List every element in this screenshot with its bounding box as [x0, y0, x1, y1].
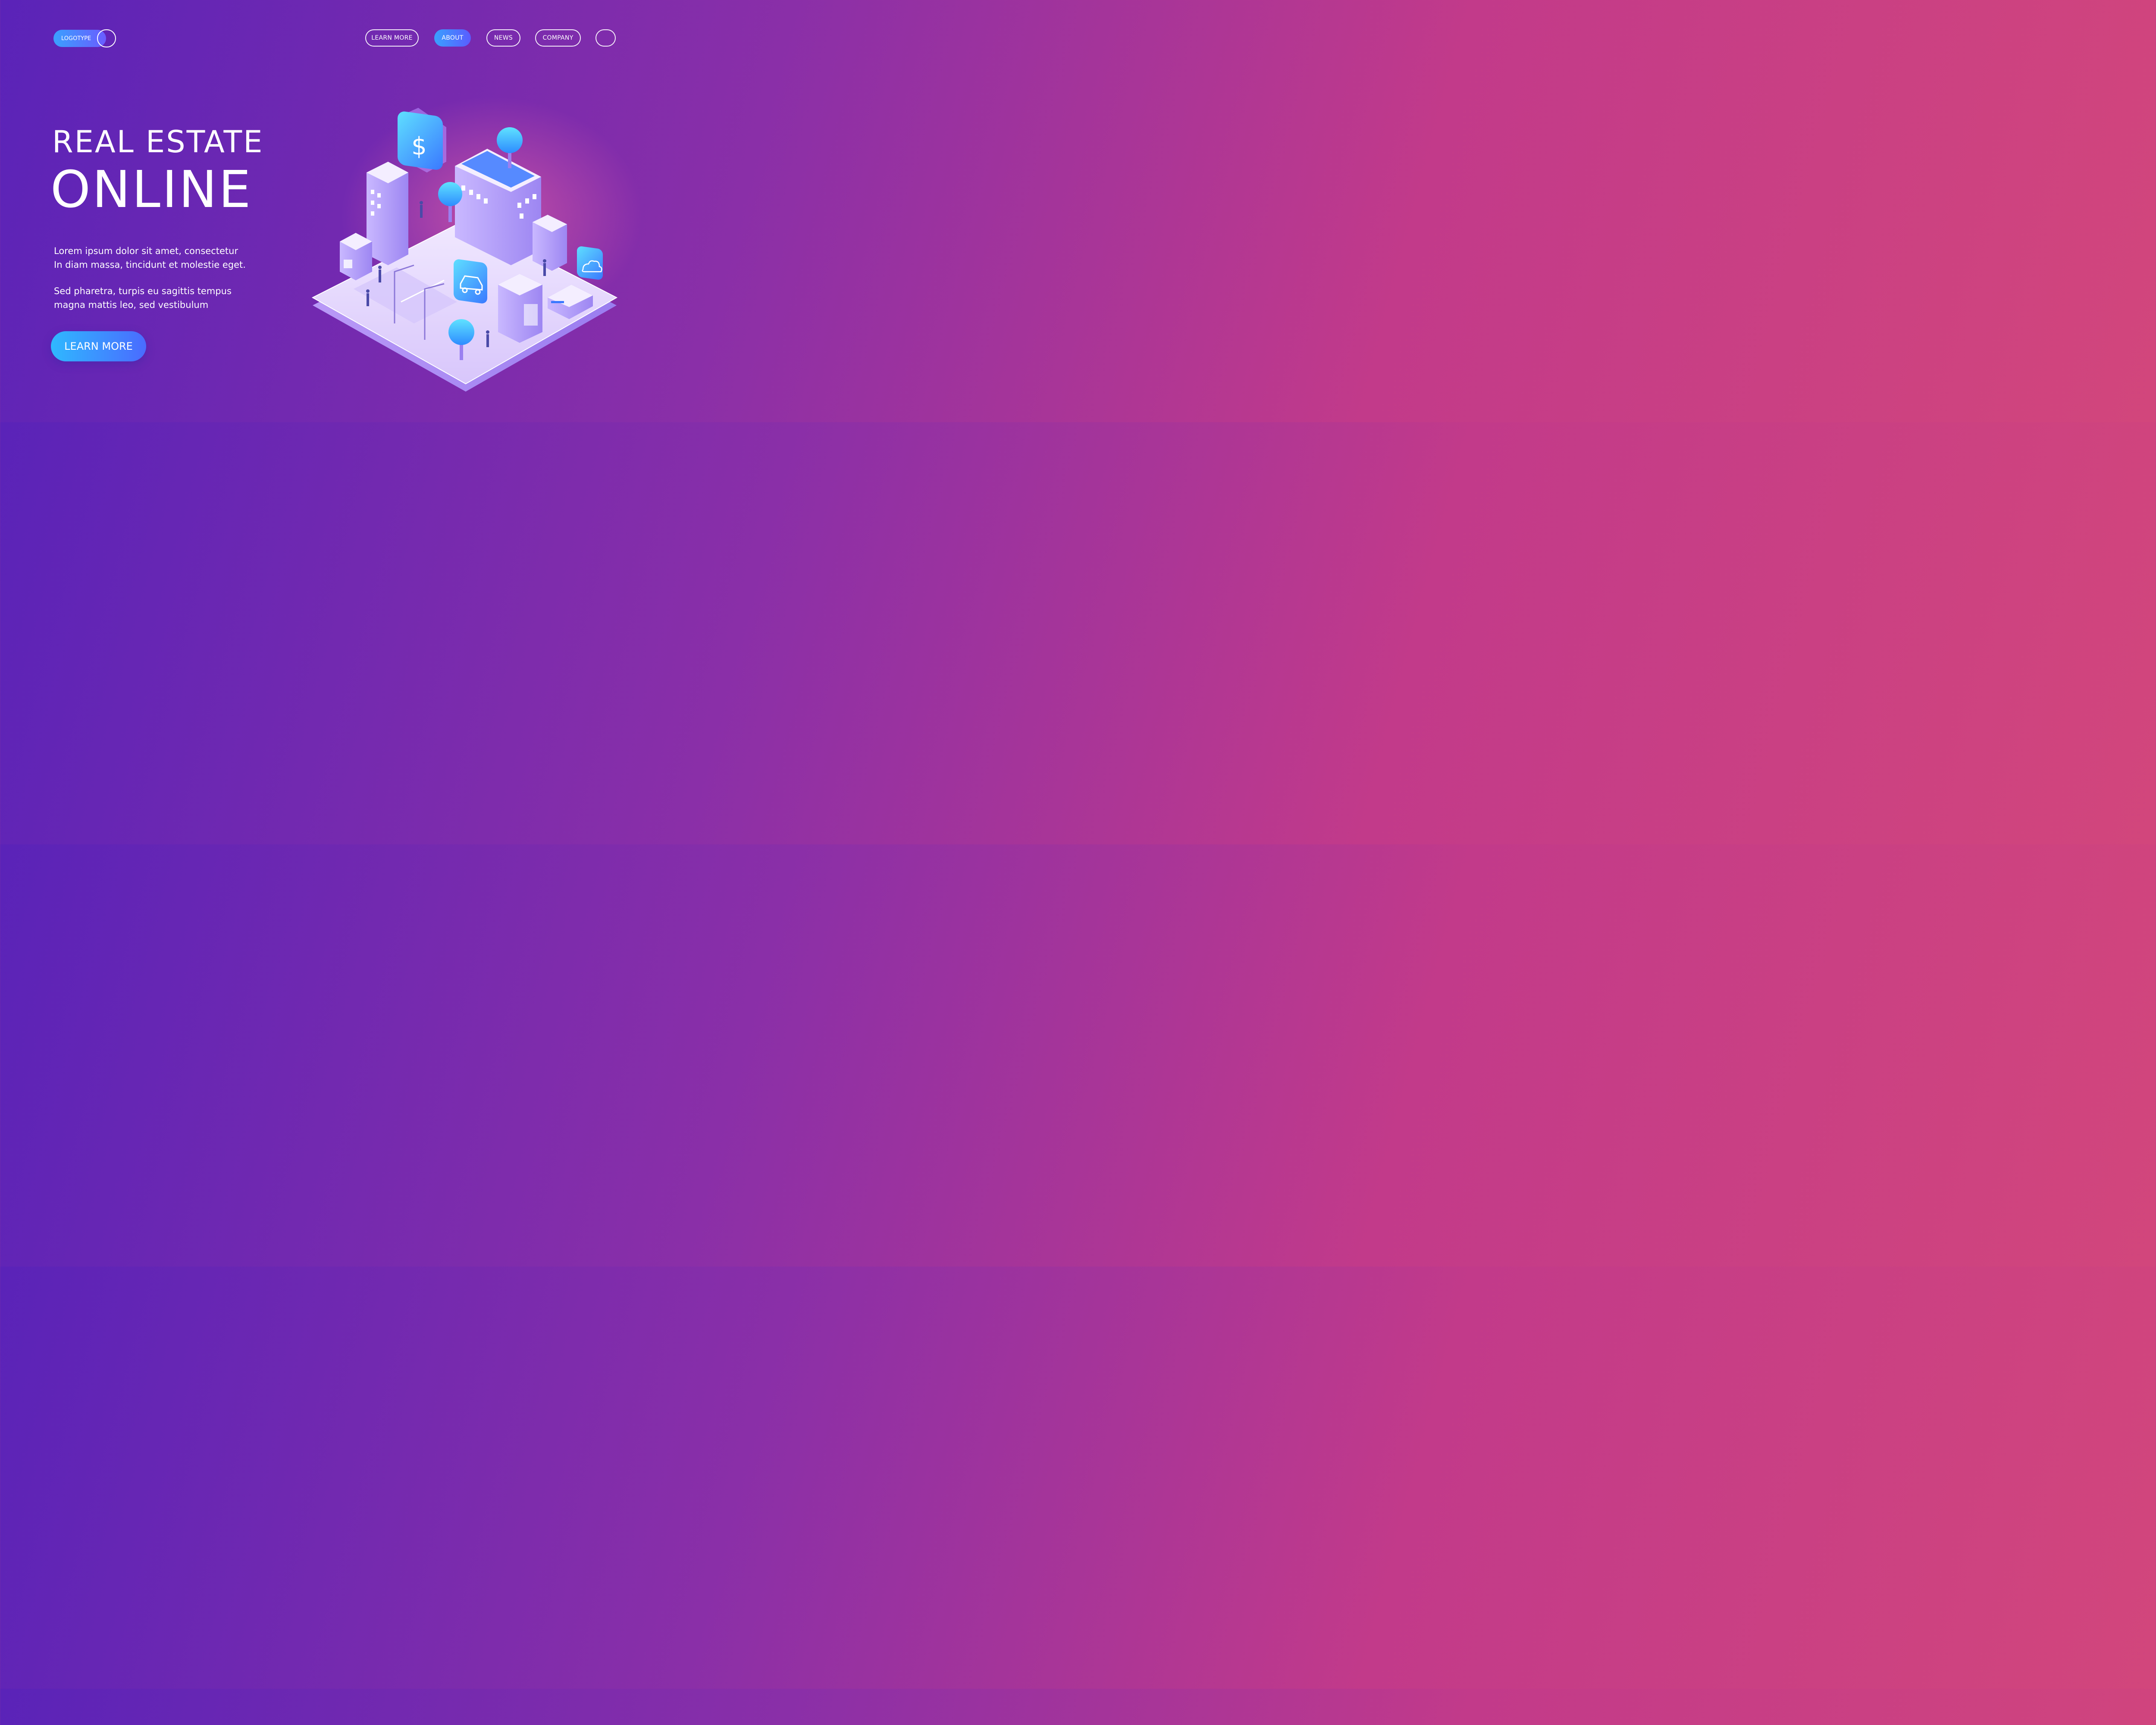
nav-company-button[interactable]: COMPANY	[535, 29, 581, 47]
hero-paragraph-1-line2: In diam massa, tincidunt et molestie ege…	[54, 260, 246, 270]
cloud-icon	[577, 246, 603, 280]
nav-extra-button[interactable]	[595, 29, 616, 47]
hero-paragraph-2-line1: Sed pharetra, turpis eu sagittis tempus	[54, 286, 232, 296]
learn-more-button[interactable]: LEARN MORE	[51, 331, 146, 361]
tower-building	[367, 162, 408, 265]
hero-title-line2: ONLINE	[50, 160, 253, 219]
nav-learn-more-button[interactable]: LEARN MORE	[365, 29, 419, 47]
nav-news-button[interactable]: NEWS	[486, 29, 520, 47]
dollar-icon: $	[398, 108, 446, 172]
hero-paragraph-1-line1: Lorem ipsum dolor sit amet, consectetur	[54, 246, 238, 256]
data-center-building	[498, 274, 542, 343]
logo-ring-icon	[97, 29, 116, 47]
hero-paragraph-2: Sed pharetra, turpis eu sagittis tempus …	[54, 284, 232, 312]
car-icon	[454, 259, 487, 304]
nav-about-button[interactable]: ABOUT	[434, 29, 471, 47]
hero-paragraph-2-line2: magna mattis leo, sed vestibulum	[54, 300, 209, 310]
city-illustration: $	[311, 108, 618, 392]
right-building	[533, 215, 567, 271]
hero-title-line1: REAL ESTATE	[52, 124, 264, 160]
small-building	[340, 233, 372, 280]
hero-paragraph-1: Lorem ipsum dolor sit amet, consectetur …	[54, 244, 246, 272]
dollar-glyph: $	[411, 132, 427, 160]
